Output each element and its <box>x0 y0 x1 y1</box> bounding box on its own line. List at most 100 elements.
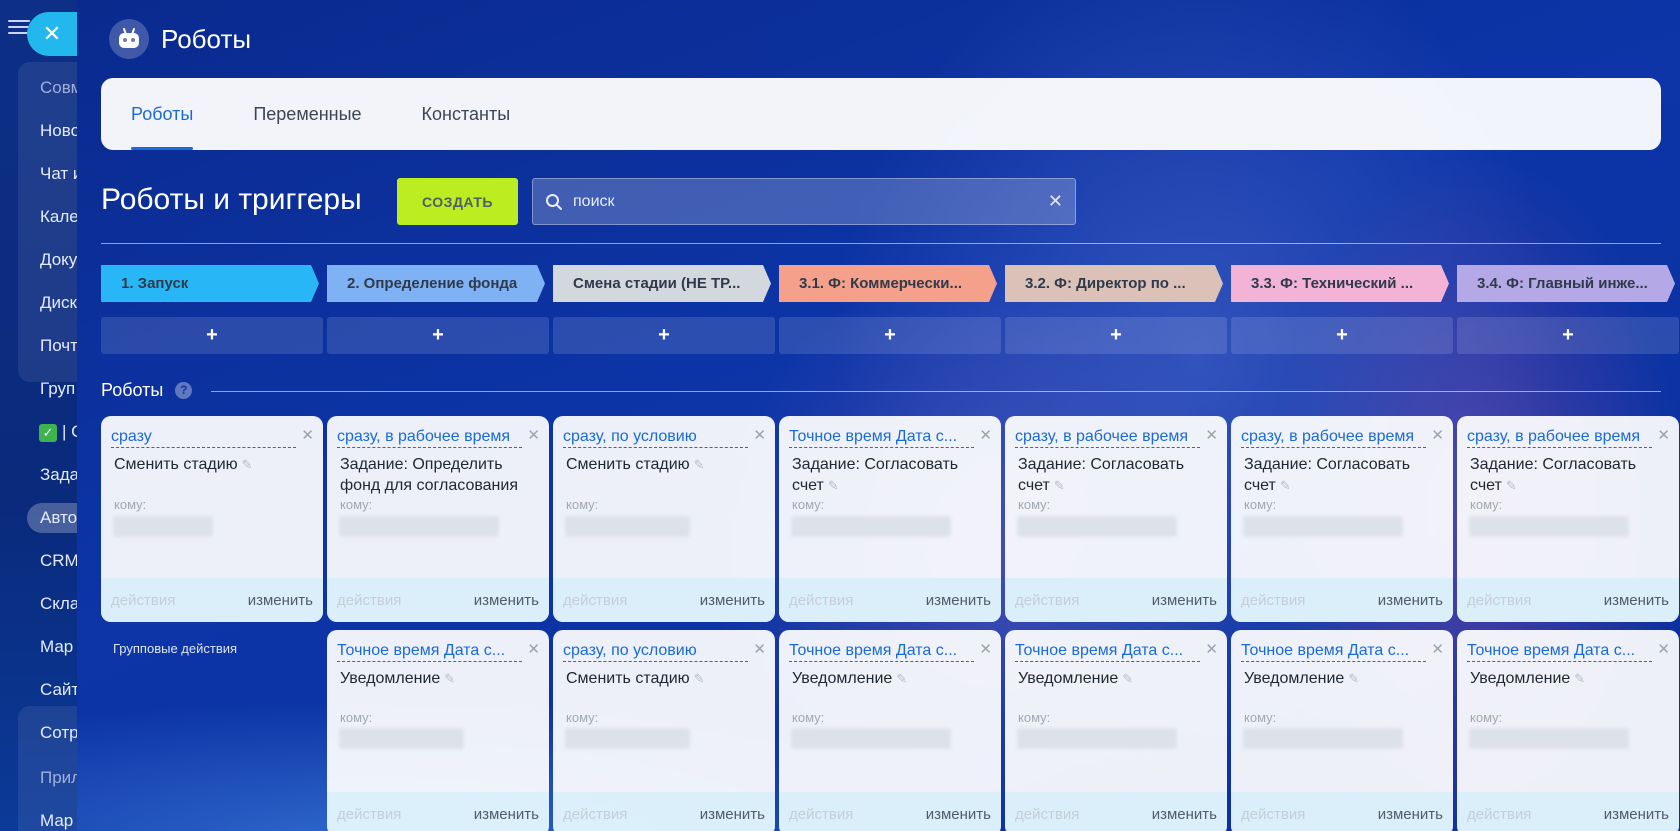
delete-robot-icon[interactable]: ✕ <box>527 640 540 658</box>
delete-robot-icon[interactable]: ✕ <box>1431 640 1444 658</box>
pencil-icon[interactable]: ✎ <box>444 668 455 689</box>
stage-2[interactable]: 2. Определение фонда <box>327 265 545 302</box>
robot-edit-link[interactable]: изменить <box>700 592 765 609</box>
robot-edit-link[interactable]: изменить <box>1604 806 1669 823</box>
sidebar-item[interactable]: Скла <box>40 594 79 614</box>
delete-robot-icon[interactable]: ✕ <box>1657 426 1670 444</box>
sidebar-item[interactable]: Кале <box>40 207 79 227</box>
robot-card[interactable]: сразу, в рабочее время ✕ Задание: Соглас… <box>1231 416 1453 622</box>
robot-edit-link[interactable]: изменить <box>926 592 991 609</box>
sidebar-item[interactable]: Почт <box>40 336 78 356</box>
pencil-icon[interactable]: ✎ <box>1122 668 1133 689</box>
add-robot-button[interactable]: + <box>1005 317 1227 354</box>
add-robot-button[interactable]: + <box>327 317 549 354</box>
sidebar-item[interactable]: Диск <box>40 293 77 313</box>
pencil-icon[interactable]: ✎ <box>828 475 839 496</box>
sidebar-item[interactable]: Мар <box>40 811 73 831</box>
robot-edit-link[interactable]: изменить <box>1152 806 1217 823</box>
delete-robot-icon[interactable]: ✕ <box>979 640 992 658</box>
stage-4[interactable]: 3.1. Ф: Коммерчески... <box>779 265 997 302</box>
tab-variables[interactable]: Переменные <box>253 78 361 150</box>
pencil-icon[interactable]: ✎ <box>242 454 253 475</box>
delete-robot-icon[interactable]: ✕ <box>1431 426 1444 444</box>
robot-condition-link[interactable]: Точное время Дата с... <box>1241 642 1426 662</box>
sidebar-item[interactable]: Мар <box>40 637 73 657</box>
add-robot-button[interactable]: + <box>779 317 1001 354</box>
robot-edit-link[interactable]: изменить <box>1152 592 1217 609</box>
sidebar-item[interactable]: Зада <box>40 465 79 485</box>
robot-condition-link[interactable]: сразу, в рабочее время <box>1241 428 1426 448</box>
robot-edit-link[interactable]: изменить <box>248 592 313 609</box>
robot-card[interactable]: Точное время Дата с... ✕ Уведомление ✎ ко… <box>779 630 1001 831</box>
sidebar-item[interactable]: Совм <box>40 78 82 98</box>
delete-robot-icon[interactable]: ✕ <box>979 426 992 444</box>
robot-edit-link[interactable]: изменить <box>474 806 539 823</box>
delete-robot-icon[interactable]: ✕ <box>753 640 766 658</box>
help-icon[interactable]: ? <box>175 382 193 399</box>
stage-3[interactable]: Смена стадии (НЕ ТР... <box>553 265 771 302</box>
delete-robot-icon[interactable]: ✕ <box>1657 640 1670 658</box>
create-button[interactable]: СОЗДАТЬ <box>397 178 518 225</box>
robot-condition-link[interactable]: сразу, по условию <box>563 642 748 662</box>
sidebar-item[interactable]: Груп <box>40 379 75 399</box>
sidebar-item[interactable]: Сотр <box>40 723 79 743</box>
robot-card[interactable]: сразу ✕ Сменить стадию ✎ кому: действия и… <box>101 416 323 622</box>
robot-edit-link[interactable]: изменить <box>1378 592 1443 609</box>
robot-condition-link[interactable]: Точное время Дата с... <box>789 642 974 662</box>
delete-robot-icon[interactable]: ✕ <box>1205 426 1218 444</box>
robot-card[interactable]: Точное время Дата с... ✕ Уведомление ✎ ко… <box>1231 630 1453 831</box>
stage-1[interactable]: 1. Запуск <box>101 265 319 302</box>
sidebar-item[interactable]: Ново <box>40 121 80 141</box>
pencil-icon[interactable]: ✎ <box>1054 475 1065 496</box>
sidebar-item[interactable]: Доку <box>40 250 77 270</box>
group-actions-link[interactable]: Групповые действия <box>113 641 237 656</box>
add-robot-button[interactable]: + <box>1457 317 1679 354</box>
robot-card[interactable]: сразу, по условию ✕ Сменить стадию ✎ кому… <box>553 416 775 622</box>
robot-card[interactable]: сразу, в рабочее время ✕ Задание: Соглас… <box>1005 416 1227 622</box>
robot-condition-link[interactable]: сразу, в рабочее время <box>1467 428 1652 448</box>
add-robot-button[interactable]: + <box>101 317 323 354</box>
pencil-icon[interactable]: ✎ <box>1280 475 1291 496</box>
pencil-icon[interactable]: ✎ <box>1506 475 1517 496</box>
add-robot-button[interactable]: + <box>1231 317 1453 354</box>
robot-condition-link[interactable]: Точное время Дата с... <box>1015 642 1200 662</box>
robot-card[interactable]: Точное время Дата с... ✕ Уведомление ✎ ко… <box>1457 630 1679 831</box>
sidebar-item[interactable]: Прил <box>40 768 81 788</box>
robot-card[interactable]: Точное время Дата с... ✕ Уведомление ✎ ко… <box>1005 630 1227 831</box>
delete-robot-icon[interactable]: ✕ <box>301 426 314 444</box>
stage-6[interactable]: 3.3. Ф: Технический ... <box>1231 265 1449 302</box>
robot-condition-link[interactable]: сразу, в рабочее время <box>1015 428 1200 448</box>
robot-card[interactable]: сразу, в рабочее время ✕ Задание: Соглас… <box>1457 416 1679 622</box>
sidebar-item[interactable]: Авто <box>40 508 77 528</box>
robot-condition-link[interactable]: сразу, в рабочее время <box>337 428 522 448</box>
tab-robots[interactable]: Роботы <box>131 78 194 150</box>
pencil-icon[interactable]: ✎ <box>694 454 705 475</box>
robot-card[interactable]: сразу, по условию ✕ Сменить стадию ✎ кому… <box>553 630 775 831</box>
robot-edit-link[interactable]: изменить <box>926 806 991 823</box>
search-input[interactable] <box>573 192 1048 211</box>
robot-edit-link[interactable]: изменить <box>474 592 539 609</box>
robot-condition-link[interactable]: сразу, по условию <box>563 428 748 448</box>
robot-edit-link[interactable]: изменить <box>700 806 765 823</box>
add-robot-button[interactable]: + <box>553 317 775 354</box>
close-slider-button[interactable]: ✕ <box>27 12 77 56</box>
sidebar-item[interactable]: CRM <box>40 551 79 571</box>
sidebar-item[interactable]: Сайт <box>40 680 79 700</box>
delete-robot-icon[interactable]: ✕ <box>753 426 766 444</box>
pencil-icon[interactable]: ✎ <box>896 668 907 689</box>
clear-search-icon[interactable]: ✕ <box>1048 191 1063 212</box>
delete-robot-icon[interactable]: ✕ <box>527 426 540 444</box>
pencil-icon[interactable]: ✎ <box>1574 668 1585 689</box>
robot-condition-link[interactable]: Точное время Дата с... <box>1467 642 1652 662</box>
robot-card[interactable]: Точное время Дата с... ✕ Уведомление ✎ ко… <box>327 630 549 831</box>
tab-constants[interactable]: Константы <box>422 78 511 150</box>
pencil-icon[interactable]: ✎ <box>1348 668 1359 689</box>
robot-edit-link[interactable]: изменить <box>1604 592 1669 609</box>
robot-card[interactable]: сразу, в рабочее время ✕ Задание: Опреде… <box>327 416 549 622</box>
robot-edit-link[interactable]: изменить <box>1378 806 1443 823</box>
pencil-icon[interactable]: ✎ <box>694 668 705 689</box>
robot-card[interactable]: Точное время Дата с... ✕ Задание: Соглас… <box>779 416 1001 622</box>
stage-7[interactable]: 3.4. Ф: Главный инже... <box>1457 265 1675 302</box>
robot-condition-link[interactable]: Точное время Дата с... <box>337 642 522 662</box>
stage-5[interactable]: 3.2. Ф: Директор по ... <box>1005 265 1223 302</box>
